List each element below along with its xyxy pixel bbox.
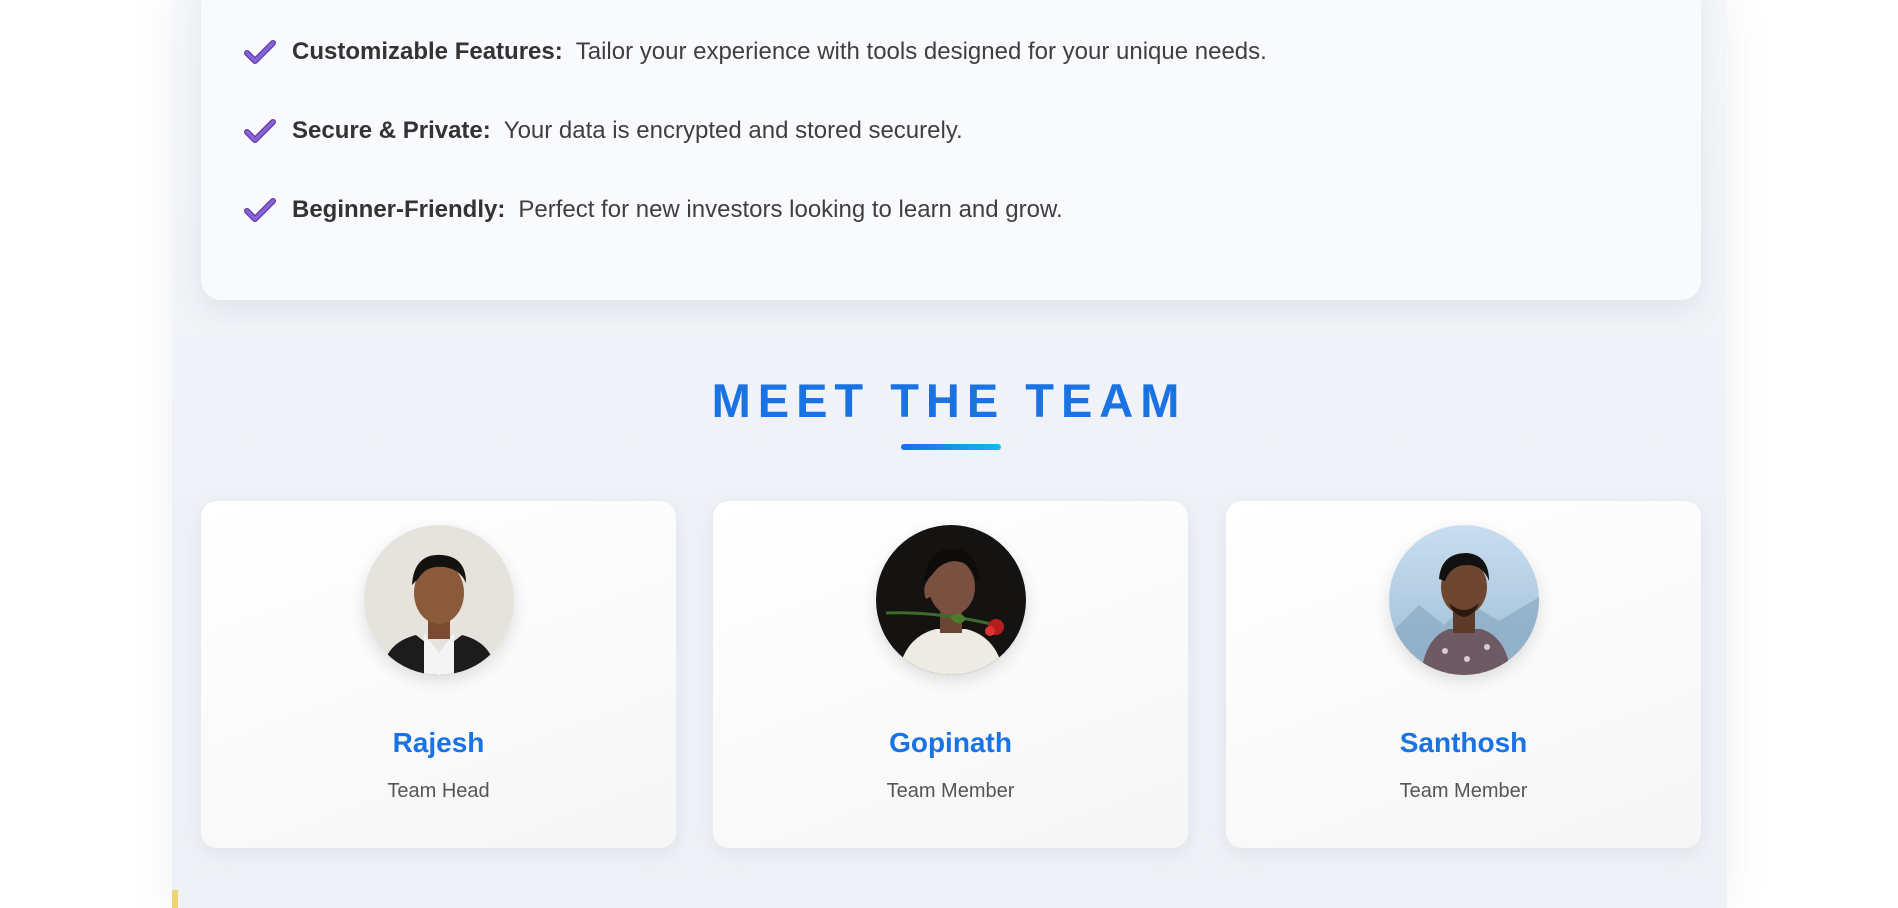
feature-item-beginner: Beginner-Friendly: Perfect for new inves… [244, 196, 1063, 224]
avatar [363, 525, 514, 675]
section-title: MEET THE TEAM [711, 374, 1187, 427]
member-role: Team Member [1399, 780, 1528, 802]
member-name: Santhosh [1399, 727, 1528, 758]
feature-label: Secure & Private: [292, 117, 491, 144]
feature-description: Perfect for new investors looking to lea… [518, 196, 1063, 223]
feature-label: Beginner-Friendly: [292, 196, 506, 223]
member-name: Rajesh [392, 727, 485, 758]
checkmark-icon [244, 38, 276, 66]
feature-item-customizable: Customizable Features: Tailor your exper… [244, 38, 1267, 66]
avatar [1388, 525, 1539, 675]
feature-description: Your data is encrypted and stored secure… [503, 117, 963, 144]
checkmark-icon [244, 117, 276, 145]
title-underline [901, 444, 1001, 450]
feature-item-secure: Secure & Private: Your data is encrypted… [244, 117, 963, 145]
member-name: Gopinath [889, 727, 1012, 758]
team-card-rajesh[interactable]: Rajesh Team Head [201, 501, 676, 848]
feature-description: Tailor your experience with tools design… [575, 38, 1267, 65]
member-role: Team Head [387, 780, 490, 802]
member-role: Team Member [886, 780, 1015, 802]
feature-label: Customizable Features: [292, 38, 563, 65]
team-card-gopinath[interactable]: Gopinath Team Member [713, 501, 1188, 848]
checkmark-icon [244, 196, 276, 224]
avatar [875, 525, 1026, 675]
team-card-santhosh[interactable]: Santhosh Team Member [1226, 501, 1701, 848]
